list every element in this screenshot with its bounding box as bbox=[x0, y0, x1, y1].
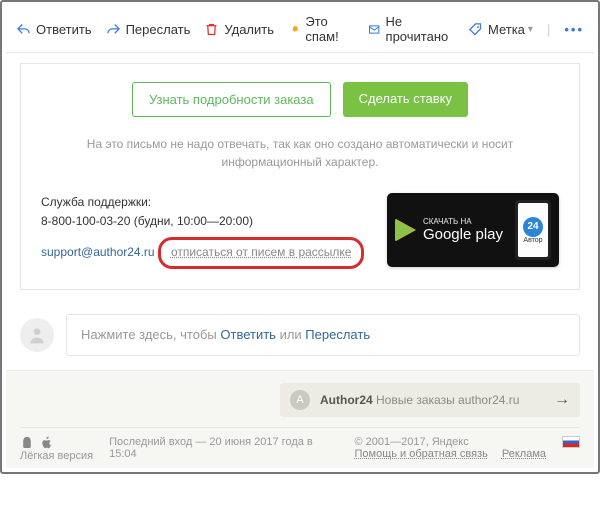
notification-badge: A bbox=[290, 390, 310, 410]
label-button[interactable]: Метка ▾ bbox=[468, 22, 533, 37]
reply-button[interactable]: Ответить bbox=[16, 22, 92, 37]
phone-mockup: 24 Автор bbox=[515, 200, 551, 260]
person-icon bbox=[27, 325, 47, 345]
trash-icon bbox=[204, 22, 219, 37]
quick-reply-link[interactable]: Ответить bbox=[220, 327, 276, 342]
toolbar-separator: | bbox=[547, 22, 550, 37]
chevron-down-icon: ▾ bbox=[528, 24, 533, 35]
ads-link[interactable]: Реклама bbox=[502, 448, 546, 460]
order-details-button[interactable]: Узнать подробности заказа bbox=[132, 82, 331, 117]
unread-button[interactable]: Не прочитано bbox=[368, 14, 454, 44]
more-button[interactable]: ••• bbox=[564, 22, 584, 37]
fire-icon bbox=[288, 22, 300, 37]
light-version-link[interactable]: Лёгкая версия bbox=[20, 450, 93, 462]
auto-reply-note: На это письмо не надо отвечать, так как … bbox=[41, 135, 559, 171]
tag-icon bbox=[468, 22, 483, 37]
quick-reply-input[interactable]: Нажмите здесь, чтобы Ответить или Пересл… bbox=[66, 314, 580, 356]
notification-bar[interactable]: A Author24 Новые заказы author24.ru → bbox=[280, 383, 580, 417]
support-phone: 8-800-100-03-20 (будни, 10:00—20:00) bbox=[41, 212, 364, 231]
google-play-badge[interactable]: СКАЧАТЬ НА Google play 24 Автор bbox=[387, 193, 559, 267]
forward-icon bbox=[106, 22, 121, 37]
google-play-icon bbox=[395, 219, 415, 241]
place-bid-button[interactable]: Сделать ставку bbox=[343, 82, 468, 117]
forward-button[interactable]: Переслать bbox=[106, 22, 191, 37]
unsubscribe-highlight: отписаться от писем в рассылке bbox=[158, 237, 365, 268]
unsubscribe-link[interactable]: отписаться от писем в рассылке bbox=[171, 245, 352, 259]
toolbar: Ответить Переслать Удалить Это спам! Не … bbox=[6, 6, 594, 53]
delete-button[interactable]: Удалить bbox=[204, 22, 274, 37]
support-email-link[interactable]: support@author24.ru bbox=[41, 245, 155, 259]
quick-forward-link[interactable]: Переслать bbox=[305, 327, 370, 342]
support-block: Служба поддержки: 8-800-100-03-20 (будни… bbox=[41, 193, 364, 269]
reply-icon bbox=[16, 22, 31, 37]
envelope-icon bbox=[368, 22, 380, 37]
spam-button[interactable]: Это спам! bbox=[288, 14, 354, 44]
apple-icon[interactable] bbox=[40, 436, 54, 450]
android-icon[interactable] bbox=[20, 436, 34, 450]
copyright-text: © 2001—2017, Яндекс bbox=[355, 436, 546, 448]
help-link[interactable]: Помощь и обратная связь bbox=[355, 448, 488, 460]
avatar bbox=[20, 318, 54, 352]
support-title: Служба поддержки: bbox=[41, 193, 364, 212]
email-panel: Узнать подробности заказа Сделать ставку… bbox=[20, 63, 580, 290]
platform-icons bbox=[20, 436, 93, 450]
russia-flag-icon[interactable] bbox=[562, 436, 580, 448]
arrow-right-icon[interactable]: → bbox=[554, 391, 570, 409]
last-login-text: Последний вход — 20 июня 2017 года в 15:… bbox=[109, 436, 338, 460]
